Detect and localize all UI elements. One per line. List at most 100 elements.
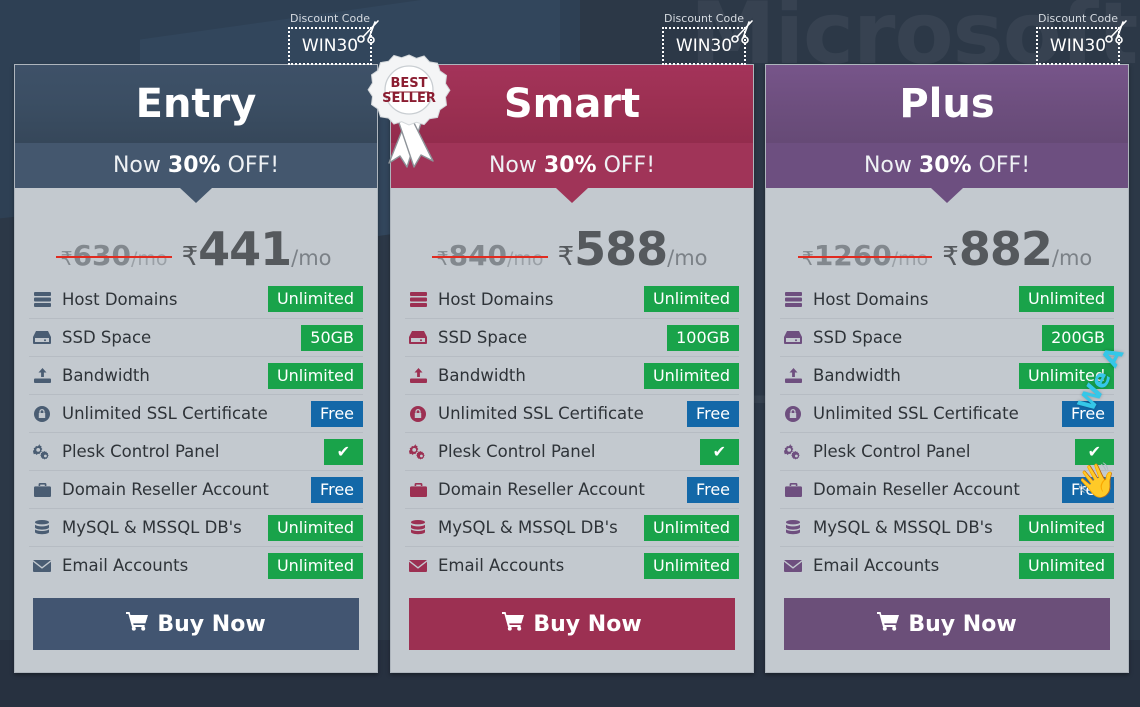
feature-row: Plesk Control Panel ✔ [405,432,739,470]
feature-row: MySQL & MSSQL DB's Unlimited [780,508,1114,546]
feature-value-badge: Unlimited [267,514,363,541]
feature-label: Host Domains [62,289,178,309]
cart-icon [126,611,149,637]
feature-value-badge: ✔ [1074,438,1114,465]
feature-label: MySQL & MSSQL DB's [438,518,618,537]
feature-value-badge: Unlimited [643,552,739,579]
feature-row: Bandwidth Unlimited [29,356,363,394]
briefcase-icon [29,482,55,497]
briefcase-icon [405,482,431,497]
card-header: Plus [766,65,1128,143]
feature-row: Unlimited SSL Certificate Free [405,394,739,432]
feature-row: Plesk Control Panel ✔ [29,432,363,470]
feature-list: Host Domains Unlimited SSD Space 50GB Bandwi… [15,280,377,584]
envelope-icon [405,559,431,572]
feature-row: MySQL & MSSQL DB's Unlimited [405,508,739,546]
old-price-period: /mo [507,248,544,270]
feature-list: Host Domains Unlimited SSD Space 200GB Bandw… [766,280,1128,584]
feature-label: Domain Reseller Account [813,480,1020,499]
discount-suffix: OFF! [978,153,1031,178]
old-price-currency: ₹ [436,248,449,270]
discount-suffix: OFF! [227,153,280,178]
new-price-period: /mo [667,246,708,270]
new-price-currency: ₹ [557,242,575,272]
discount-prefix: Now [488,153,537,178]
hdd-icon [780,331,806,344]
discount-ribbon: Now 30% OFF! [766,143,1128,203]
feature-value-badge: Free [1062,476,1114,503]
lock-icon [29,405,55,422]
feature-value-badge: Unlimited [267,286,363,312]
lock-icon [780,405,806,422]
hdd-icon [29,331,55,344]
discount-prefix: Now [863,153,912,178]
upload-icon [29,368,55,383]
discount-ribbon: Now 30% OFF! [391,143,753,203]
feature-label: Bandwidth [813,366,901,385]
feature-value-badge: Unlimited [267,552,363,579]
feature-value-badge: Unlimited [1018,552,1114,579]
new-price-amount: 882 [958,222,1053,276]
feature-label: Unlimited SSL Certificate [813,404,1019,423]
feature-label: SSD Space [62,328,152,347]
new-price: ₹882/mo [942,222,1092,276]
feature-label: Unlimited SSL Certificate [438,404,644,423]
old-price-currency: ₹ [801,248,814,270]
feature-label: Plesk Control Panel [438,442,596,461]
discount-coupon-plus[interactable]: Discount Code WIN30 [1036,12,1127,65]
feature-value-badge: ✔ [323,438,363,465]
feature-label: Domain Reseller Account [62,480,269,499]
new-price-amount: 441 [198,222,292,276]
buy-now-label: Buy Now [908,611,1017,637]
feature-value-badge: Unlimited [1018,286,1114,312]
feature-row: SSD Space 200GB [780,318,1114,356]
server-icon [405,291,431,307]
upload-icon [405,368,431,383]
feature-value-badge: Unlimited [1018,362,1114,389]
plan-name: Smart [503,81,641,127]
discount-suffix: OFF! [603,153,656,178]
new-price-period: /mo [291,246,332,270]
new-price: ₹588/mo [558,222,708,276]
buy-now-button[interactable]: Buy Now [784,598,1110,650]
discount-coupon-smart[interactable]: Discount Code WIN30 [662,12,753,65]
feature-value-badge: Free [687,476,739,503]
feature-row: Host Domains Unlimited [405,280,739,318]
feature-row: SSD Space 50GB [29,318,363,356]
old-price: ₹840/mo [432,239,548,272]
feature-label: Plesk Control Panel [62,442,220,461]
envelope-icon [780,559,806,572]
buy-now-button[interactable]: Buy Now [33,598,359,650]
feature-value-badge: 200GB [1042,324,1114,351]
feature-label: SSD Space [813,328,903,347]
feature-value-badge: Free [311,476,363,503]
old-price-period: /mo [131,248,168,270]
feature-label: Plesk Control Panel [813,442,971,461]
discount-coupon-entry[interactable]: Discount Code WIN30 [288,12,379,65]
feature-row: Bandwidth Unlimited [780,356,1114,394]
feature-label: MySQL & MSSQL DB's [62,518,242,537]
feature-row: Unlimited SSL Certificate Free [29,394,363,432]
new-price-currency: ₹ [181,242,199,272]
scissors-icon [1104,19,1130,45]
database-icon [29,519,55,536]
feature-row: MySQL & MSSQL DB's Unlimited [29,508,363,546]
feature-label: Host Domains [813,289,929,309]
old-price-amount: 1260 [813,239,892,272]
card-header: Smart [391,65,753,143]
card-header: Entry [15,65,377,143]
buy-now-button[interactable]: Buy Now [409,598,735,650]
feature-label: MySQL & MSSQL DB's [813,518,993,537]
feature-label: Domain Reseller Account [438,480,645,499]
discount-ribbon: Now 30% OFF! [15,143,377,203]
feature-label: Email Accounts [62,556,189,575]
feature-row: Host Domains Unlimited [780,280,1114,318]
gears-icon [29,443,55,460]
feature-label: Unlimited SSL Certificate [62,404,268,423]
feature-row: Email Accounts Unlimited [29,546,363,584]
pricing-card-entry: Entry Now 30% OFF! ₹630/mo ₹441/mo Host Doma… [14,64,378,673]
old-price-period: /mo [891,248,929,270]
old-price-amount: 840 [448,239,508,272]
scissors-icon [356,19,382,45]
new-price-period: /mo [1051,246,1093,270]
